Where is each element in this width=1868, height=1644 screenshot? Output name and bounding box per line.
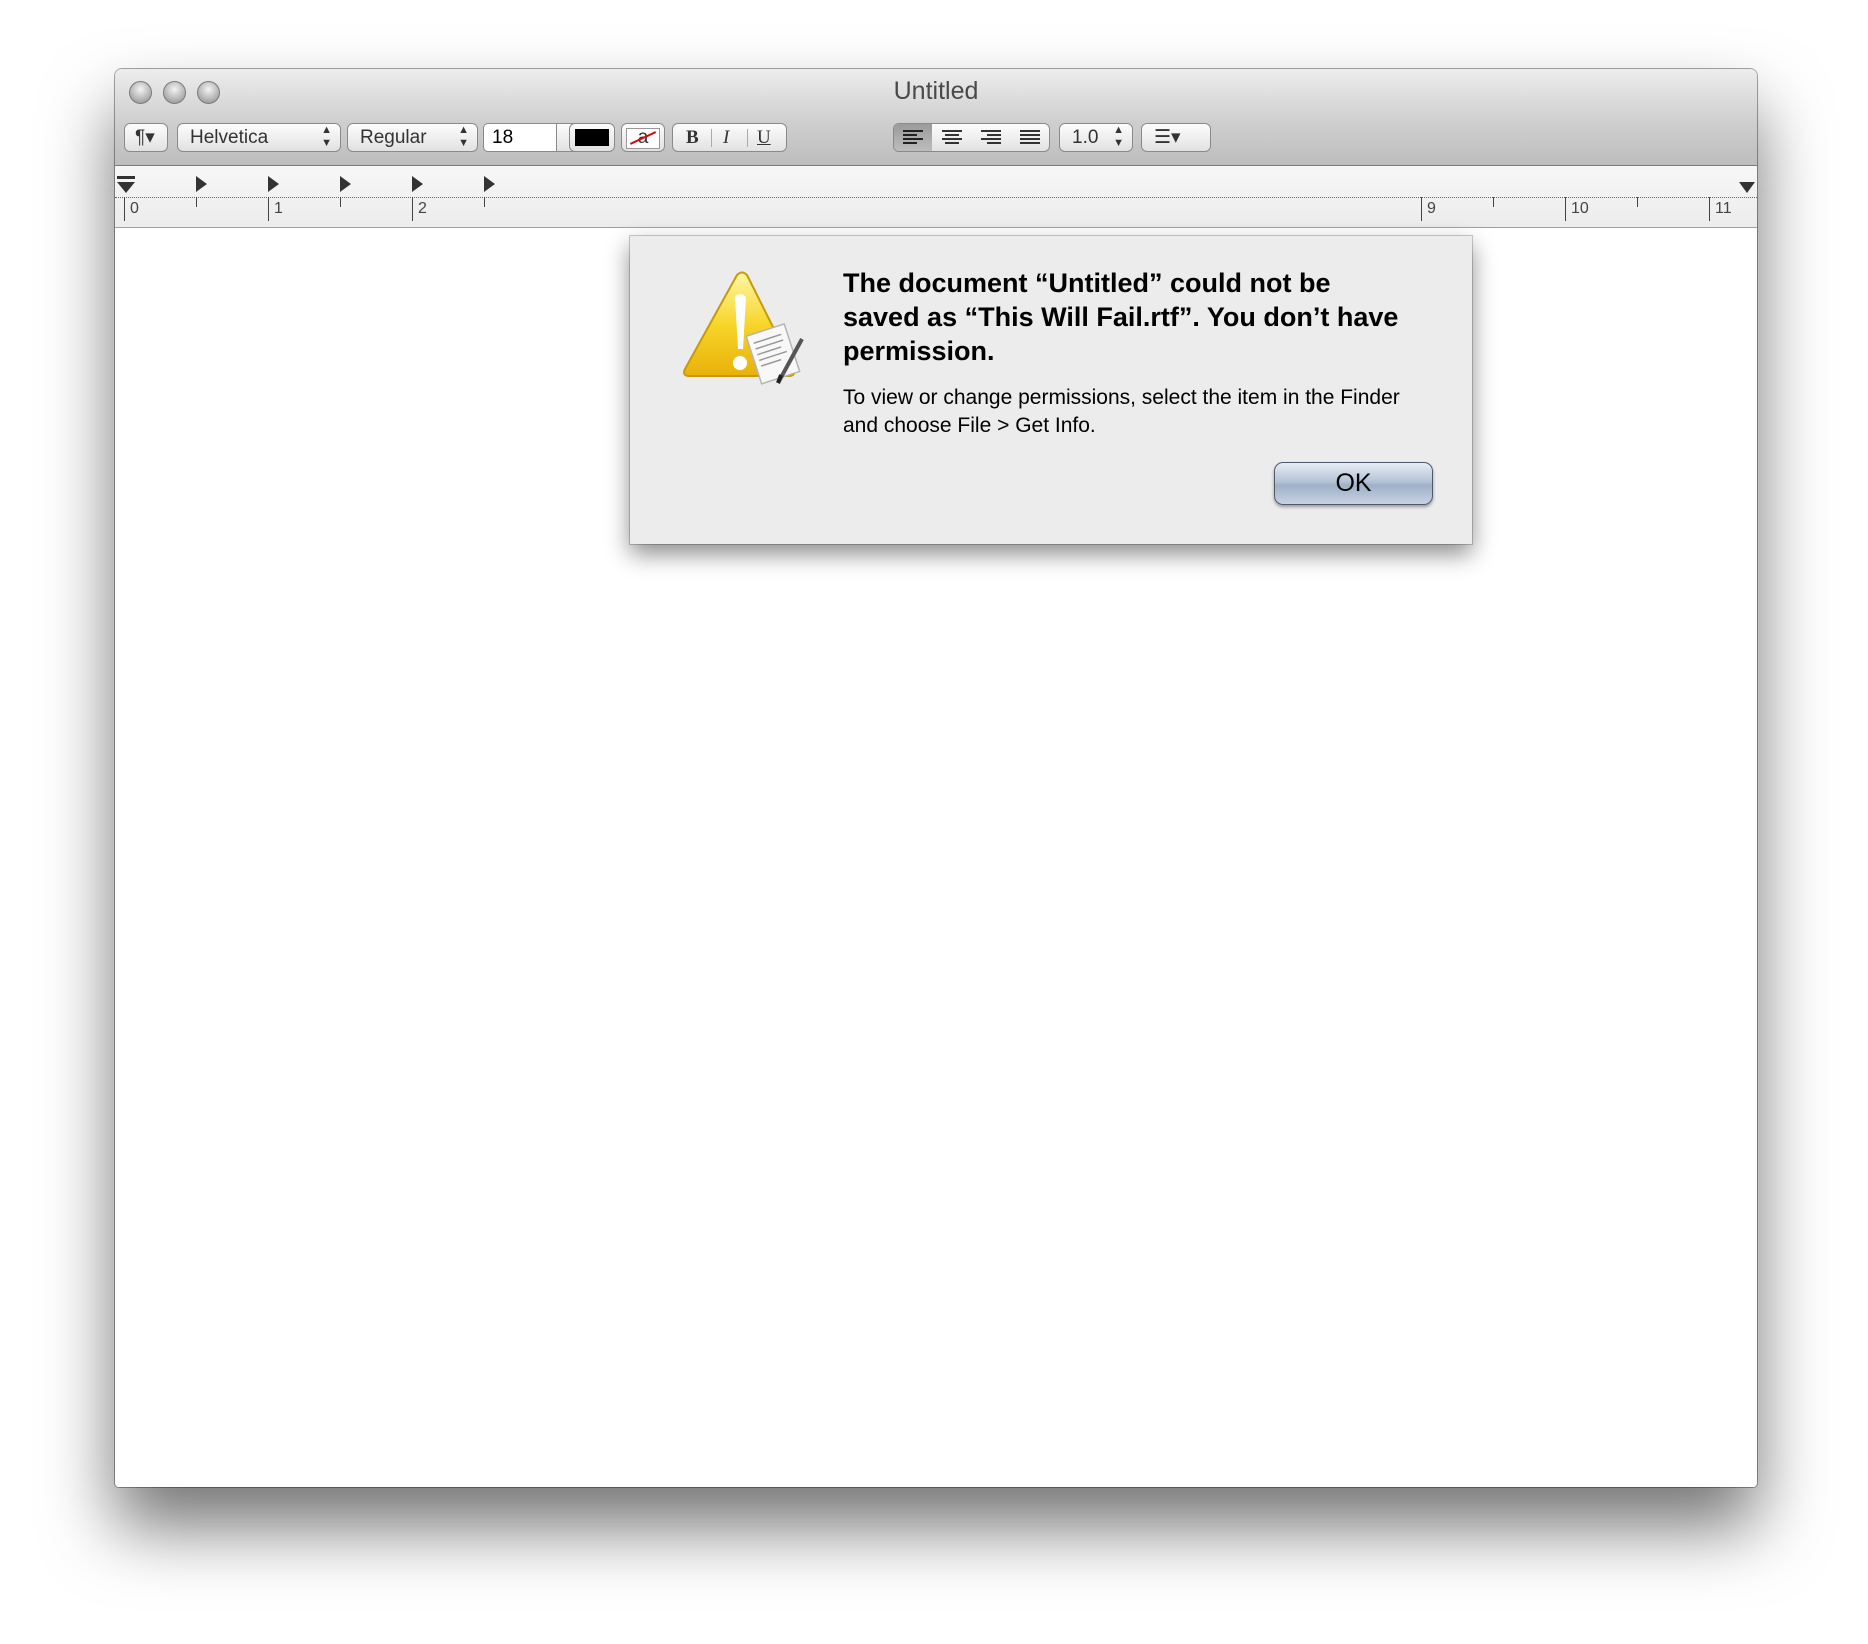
align-center-icon [942,130,962,144]
ruler[interactable]: 0 1 2 9 10 11 [115,166,1757,228]
tab-stop[interactable] [484,176,495,192]
updown-arrows-icon: ▲ ▼ [1113,124,1124,149]
justify-button[interactable] [1011,124,1049,151]
justify-icon [1020,130,1040,144]
align-right-button[interactable] [972,124,1010,151]
ok-button[interactable]: OK [1274,462,1433,505]
tab-stop[interactable] [340,176,351,192]
ruler-major-tick [1709,197,1710,221]
caution-document-icon [683,271,804,385]
underline-button[interactable]: U [757,124,771,151]
ruler-label: 10 [1571,200,1589,217]
paragraph-styles-button[interactable]: ¶▾ [124,123,168,152]
ruler-minor-tick [1637,197,1638,207]
style-buttons-group: B I U [672,123,787,152]
line-spacing-popup[interactable]: 1.0 ▲ ▼ [1059,123,1133,152]
ruler-major-tick [412,197,413,221]
tab-stop[interactable] [268,176,279,192]
left-indent-marker[interactable] [117,182,135,193]
font-family-popup[interactable]: Helvetica ▲ ▼ [177,123,341,152]
title-bar: Untitled ¶▾ Helvetica ▲▼ Regular ▲▼ 18 ▼… [115,69,1757,166]
ruler-label: 1 [274,200,283,217]
align-center-button[interactable] [933,124,971,151]
permission-alert-sheet: The document “Untitled” could not be sav… [630,236,1472,544]
no-highlight-icon: a [626,128,660,149]
updown-arrows-icon: ▲ ▼ [321,124,332,149]
line-spacing-value: 1.0 [1072,127,1099,148]
tab-stop[interactable] [196,176,207,192]
ruler-minor-tick [484,197,485,207]
ruler-major-tick [124,197,125,221]
align-left-icon [903,130,923,144]
ruler-minor-tick [340,197,341,207]
italic-button[interactable]: I [723,124,729,151]
align-right-icon [981,130,1001,144]
ruler-label: 9 [1427,200,1436,217]
font-style-popup[interactable]: Regular ▲ ▼ [347,123,478,152]
first-line-indent-marker[interactable] [117,176,135,179]
bold-button[interactable]: B [686,124,699,151]
ruler-major-tick [1421,197,1422,221]
font-size-field[interactable]: 18 [483,123,557,152]
divider [747,129,748,147]
alert-message: To view or change permissions, select th… [843,386,1400,437]
right-indent-marker[interactable] [1739,182,1755,193]
window-title: Untitled [893,77,979,105]
tab-stop[interactable] [412,176,423,192]
ruler-minor-tick [1493,197,1494,207]
font-family-value: Helvetica [190,127,269,148]
ruler-label: 0 [130,200,139,217]
align-left-button[interactable] [894,124,932,151]
divider [711,129,712,147]
list-bullets-button[interactable]: ☰▾ [1141,123,1211,152]
ruler-major-tick [268,197,269,221]
highlight-color-well[interactable]: a [621,123,665,152]
text-color-well[interactable] [569,123,615,152]
updown-arrows-icon: ▲ ▼ [458,124,469,149]
ruler-major-tick [1565,197,1566,221]
ruler-label: 11 [1715,200,1732,217]
alert-title: The document “Untitled” could not be sav… [843,268,1399,366]
text-color-swatch [575,129,609,146]
ruler-minor-tick [196,197,197,207]
ruler-baseline [115,197,1757,198]
alignment-buttons-group [893,123,1050,152]
textedit-window: Untitled ¶▾ Helvetica ▲▼ Regular ▲▼ 18 ▼… [115,69,1757,1487]
ruler-label: 2 [418,200,427,217]
font-style-value: Regular [360,127,427,148]
